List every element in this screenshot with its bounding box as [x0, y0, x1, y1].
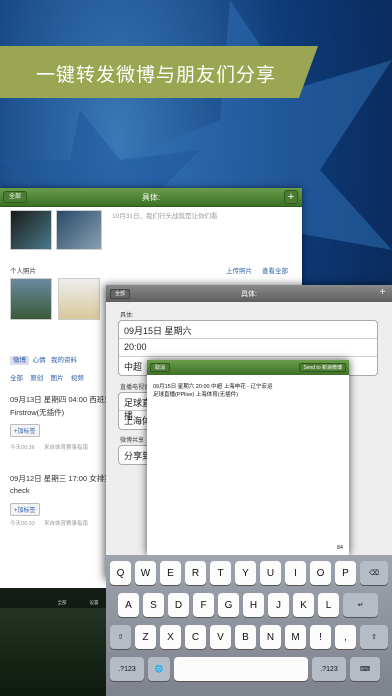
key-p[interactable]: P	[335, 561, 356, 585]
post-time: 今天00:36	[10, 445, 35, 451]
key-k[interactable]: K	[293, 593, 314, 617]
dock-item-settings[interactable]: 设置	[80, 588, 108, 608]
photo-thumbnail[interactable]	[56, 210, 102, 250]
key-s[interactable]: S	[143, 593, 164, 617]
photo-thumbnail[interactable]	[10, 210, 52, 250]
backspace-key[interactable]: ⌫	[360, 561, 388, 585]
post-title: 09月13日 星期四 04:00 西班牙	[10, 395, 112, 404]
cancel-button[interactable]: 取消	[150, 363, 171, 372]
key-y[interactable]: Y	[235, 561, 256, 585]
return-key[interactable]: ↵	[343, 593, 378, 617]
key-w[interactable]: W	[135, 561, 156, 585]
photo-thumbnail[interactable]	[58, 278, 100, 320]
bottom-dock: 全部 设置	[0, 588, 106, 608]
space-bar[interactable]	[174, 657, 308, 681]
promo-banner: 一键转发微博与朋友们分享	[0, 46, 318, 98]
key-b[interactable]: B	[235, 625, 256, 649]
message-textarea[interactable]: 09月15日 星期六 20:00 中超 上海申花 - 辽宁宏运 足球直播(PPl…	[147, 375, 349, 407]
banner-text: 一键转发微博与朋友们分享	[36, 65, 277, 86]
shift-key[interactable]: ⇧	[110, 625, 131, 649]
key-m[interactable]: M	[285, 625, 306, 649]
key-a[interactable]: A	[118, 593, 139, 617]
hide-keyboard-icon[interactable]: ⌨	[350, 657, 380, 681]
post-title: 09月12日 星期三 17:00 女排实	[10, 474, 112, 483]
post-body: check	[10, 486, 30, 495]
post-source: 来自体育赛事指南	[44, 521, 89, 527]
filter-all[interactable]: 全部	[10, 375, 23, 382]
key-x[interactable]: X	[160, 625, 181, 649]
section-title-photos: 个人照片	[10, 268, 36, 275]
post-text: 10月31日，我们行头战就是让你们看	[112, 213, 218, 220]
dialog-header: 取消 Send to 新浪微博	[147, 360, 349, 375]
tab-weibo[interactable]: 微博	[10, 356, 29, 365]
tab-profile[interactable]: 我的资料	[51, 357, 77, 364]
share-dialog: 取消 Send to 新浪微博 09月15日 星期六 20:00 中超 上海申花…	[147, 360, 349, 555]
key-f[interactable]: F	[193, 593, 214, 617]
tab-mood[interactable]: 心情	[33, 357, 46, 364]
filter-original[interactable]: 原创	[30, 375, 43, 382]
key-n[interactable]: N	[260, 625, 281, 649]
upload-photo-link[interactable]: 上传照片	[226, 265, 252, 275]
key-v[interactable]: V	[210, 625, 231, 649]
key-o[interactable]: O	[310, 561, 331, 585]
post-body: Firstrow(无插件)	[10, 408, 65, 417]
dock-item-all[interactable]: 全部	[48, 588, 76, 608]
message-line: 09月15日 星期六 20:00 中超 上海申花 - 辽宁宏运	[153, 384, 273, 390]
key-j[interactable]: J	[268, 593, 289, 617]
field-label: 直播电视台	[120, 385, 151, 391]
field-label: 具体:	[120, 313, 134, 319]
add-button[interactable]: +	[377, 288, 388, 299]
send-to-weibo-button[interactable]: Send to 新浪微博	[299, 363, 346, 372]
post-time: 今天00:33	[10, 521, 35, 527]
key-c[interactable]: C	[185, 625, 206, 649]
post-tabs: 微博 心情 我的资料	[10, 354, 77, 365]
message-line: 足球直播(PPlive) 上海体育(无插件)	[153, 392, 238, 398]
key-exclaim[interactable]: !	[310, 625, 331, 649]
key-e[interactable]: E	[160, 561, 181, 585]
time-field[interactable]: 20:00	[119, 339, 377, 357]
post-source: 来自体育赛事指南	[44, 445, 89, 451]
numbers-key[interactable]: .?123	[312, 657, 346, 681]
key-u[interactable]: U	[260, 561, 281, 585]
add-button[interactable]: +	[284, 190, 298, 204]
key-l[interactable]: L	[318, 593, 339, 617]
key-q[interactable]: Q	[110, 561, 131, 585]
panel2-header: 全部 具体: +	[106, 285, 392, 302]
shift-key[interactable]: ⇧	[360, 625, 388, 649]
key-h[interactable]: H	[243, 593, 264, 617]
photo-thumbnail[interactable]	[10, 278, 52, 320]
key-r[interactable]: R	[185, 561, 206, 585]
key-d[interactable]: D	[168, 593, 189, 617]
key-comma[interactable]: ,	[335, 625, 356, 649]
numbers-key[interactable]: .?123	[110, 657, 144, 681]
panel1-header: 全部 具体: +	[0, 188, 302, 207]
keyboard-row-3: ⇧ Z X C V B N M ! , ⇧	[110, 625, 388, 649]
add-tag-button[interactable]: +加标签	[10, 503, 40, 516]
keyboard: Q W E R T Y U I O P ⌫ A S D F G H J K L …	[106, 555, 392, 696]
date-field[interactable]: 09月15日 星期六	[119, 321, 377, 339]
keyboard-row-4: .?123 🌐 .?123 ⌨	[110, 657, 380, 681]
view-all-link[interactable]: 查看全部	[262, 265, 288, 275]
filter-tabs: 全部 原创 图片 视频	[10, 372, 84, 382]
filter-image[interactable]: 图片	[50, 375, 63, 382]
key-t[interactable]: T	[210, 561, 231, 585]
globe-icon[interactable]: 🌐	[148, 657, 170, 681]
add-tag-button[interactable]: +加标签	[10, 424, 40, 437]
field-label: 微博共享	[120, 438, 145, 444]
key-z[interactable]: Z	[135, 625, 156, 649]
panel2-title: 具体:	[241, 291, 257, 298]
keyboard-row-2: A S D F G H J K L ↵	[118, 593, 378, 617]
char-count: 84	[336, 545, 343, 551]
key-i[interactable]: I	[285, 561, 306, 585]
key-g[interactable]: G	[218, 593, 239, 617]
filter-video[interactable]: 视频	[71, 375, 84, 382]
panel1-title: 具体:	[141, 193, 161, 202]
keyboard-row-1: Q W E R T Y U I O P ⌫	[110, 561, 388, 585]
